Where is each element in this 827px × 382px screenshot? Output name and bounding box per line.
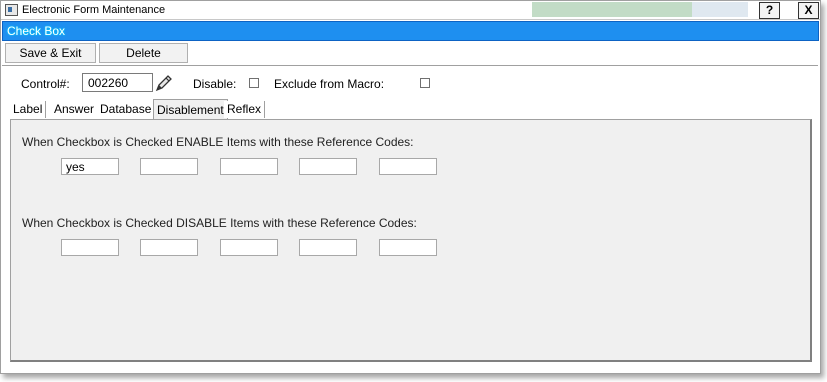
disable-codes-heading: When Checkbox is Checked DISABLE Items w… xyxy=(22,216,417,230)
enable-code-4[interactable] xyxy=(299,158,357,175)
tab-reflex[interactable]: Reflex xyxy=(224,101,266,118)
tab-database[interactable]: Database xyxy=(97,101,156,118)
tab-disablement[interactable]: Disablement xyxy=(153,99,228,120)
title-bar: Electronic Form Maintenance ? X xyxy=(1,1,820,20)
control-type-title: Check Box xyxy=(7,24,66,38)
enable-code-1[interactable] xyxy=(61,158,119,175)
tab-answer[interactable]: Answer xyxy=(51,101,99,118)
app-icon xyxy=(5,4,18,16)
disable-code-1[interactable] xyxy=(61,239,119,256)
help-button[interactable]: ? xyxy=(759,2,780,19)
title-bar-accent xyxy=(532,2,692,17)
control-number-field[interactable] xyxy=(82,73,153,92)
exclude-macro-checkbox[interactable] xyxy=(420,78,430,88)
window-title: Electronic Form Maintenance xyxy=(22,4,166,16)
exclude-macro-label: Exclude from Macro: xyxy=(274,77,385,91)
delete-button[interactable]: Delete xyxy=(99,43,188,63)
save-exit-button[interactable]: Save & Exit xyxy=(5,43,96,63)
tab-label[interactable]: Label xyxy=(10,101,47,118)
control-number-label: Control#: xyxy=(21,77,70,91)
enable-code-3[interactable] xyxy=(220,158,278,175)
enable-codes-heading: When Checkbox is Checked ENABLE Items wi… xyxy=(22,135,414,149)
form-maintenance-window: Electronic Form Maintenance ? X Check Bo… xyxy=(0,0,821,374)
header-bar: Check Box xyxy=(2,21,819,41)
title-bar-accent-secondary xyxy=(692,2,748,17)
disable-code-5[interactable] xyxy=(379,239,437,256)
enable-code-5[interactable] xyxy=(379,158,437,175)
disable-label: Disable: xyxy=(193,77,237,91)
disablement-panel: When Checkbox is Checked ENABLE Items wi… xyxy=(10,119,812,362)
enable-code-2[interactable] xyxy=(140,158,198,175)
disable-code-2[interactable] xyxy=(140,239,198,256)
disable-code-4[interactable] xyxy=(299,239,357,256)
disable-checkbox[interactable] xyxy=(249,78,259,88)
pencil-icon[interactable] xyxy=(154,73,174,93)
disable-code-3[interactable] xyxy=(220,239,278,256)
toolbar-divider xyxy=(2,65,818,66)
close-button[interactable]: X xyxy=(798,2,819,19)
